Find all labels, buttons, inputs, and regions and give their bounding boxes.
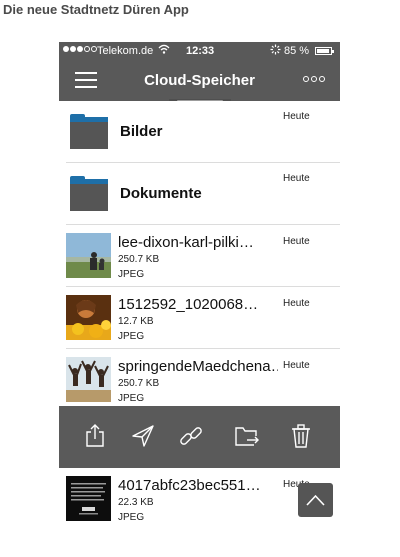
- wifi-icon: [158, 43, 170, 58]
- carrier-name: Telekom.de: [97, 45, 154, 57]
- file-row[interactable]: 1512592_1020068… 12.7 KB JPEG Heute: [59, 287, 340, 349]
- activity-icon: [270, 44, 281, 58]
- battery-icon: [315, 47, 334, 55]
- file-row[interactable]: lee-dixon-karl-pilki… 250.7 KB JPEG Heut…: [59, 225, 340, 287]
- image-thumbnail: [66, 295, 111, 340]
- folder-icon: [70, 114, 108, 149]
- file-name: lee-dixon-karl-pilki…: [118, 234, 254, 251]
- file-size: 12.7 KB: [118, 316, 154, 327]
- folder-row-dokumente[interactable]: Dokumente Heute: [59, 163, 340, 225]
- image-thumbnail: [66, 233, 111, 278]
- file-type: JPEG: [118, 331, 145, 342]
- trash-icon[interactable]: [288, 423, 314, 449]
- send-icon[interactable]: [130, 423, 156, 449]
- page-heading: Die neue Stadtnetz Düren App: [3, 2, 189, 17]
- image-thumbnail: [66, 476, 111, 521]
- signal-strength-icon: [63, 46, 97, 52]
- folder-name: Dokumente: [120, 185, 202, 202]
- scroll-to-top-button[interactable]: [298, 483, 333, 517]
- file-name: 4017abfc23bec551…: [118, 477, 261, 494]
- file-name: springendeMaedchena…: [118, 358, 278, 375]
- phone-screen: Telekom.de 12:33 85 % Cloud-Speicher Bil…: [59, 42, 340, 557]
- file-type: JPEG: [118, 393, 145, 404]
- navigation-bar: Cloud-Speicher: [59, 60, 340, 101]
- modified-date: Heute: [283, 111, 310, 122]
- file-type: JPEG: [118, 512, 145, 523]
- share-icon[interactable]: [82, 423, 108, 449]
- file-size: 250.7 KB: [118, 254, 160, 265]
- image-thumbnail: [66, 357, 111, 402]
- move-to-folder-icon[interactable]: [234, 423, 260, 449]
- status-bar: Telekom.de 12:33 85 %: [59, 42, 340, 60]
- more-options-icon[interactable]: [303, 76, 325, 82]
- folder-name: Bilder: [120, 123, 163, 140]
- battery-percentage: 85 %: [284, 45, 310, 57]
- nav-title: Cloud-Speicher: [144, 72, 255, 89]
- file-type: JPEG: [118, 269, 145, 280]
- modified-date: Heute: [283, 360, 310, 371]
- file-row[interactable]: springendeMaedchena… 250.7 KB JPEG Heute: [59, 349, 340, 411]
- modified-date: Heute: [283, 173, 310, 184]
- file-name: 1512592_1020068…: [118, 296, 259, 313]
- file-size: 250.7 KB: [118, 378, 160, 389]
- folder-row-bilder[interactable]: Bilder Heute: [59, 101, 340, 163]
- file-action-toolbar: [59, 406, 340, 468]
- file-size: 22.3 KB: [118, 497, 154, 508]
- chevron-up-icon: [306, 494, 325, 506]
- link-icon[interactable]: [178, 423, 204, 449]
- modified-date: Heute: [283, 298, 310, 309]
- folder-icon: [70, 176, 108, 211]
- status-time: 12:33: [186, 45, 215, 57]
- modified-date: Heute: [283, 236, 310, 247]
